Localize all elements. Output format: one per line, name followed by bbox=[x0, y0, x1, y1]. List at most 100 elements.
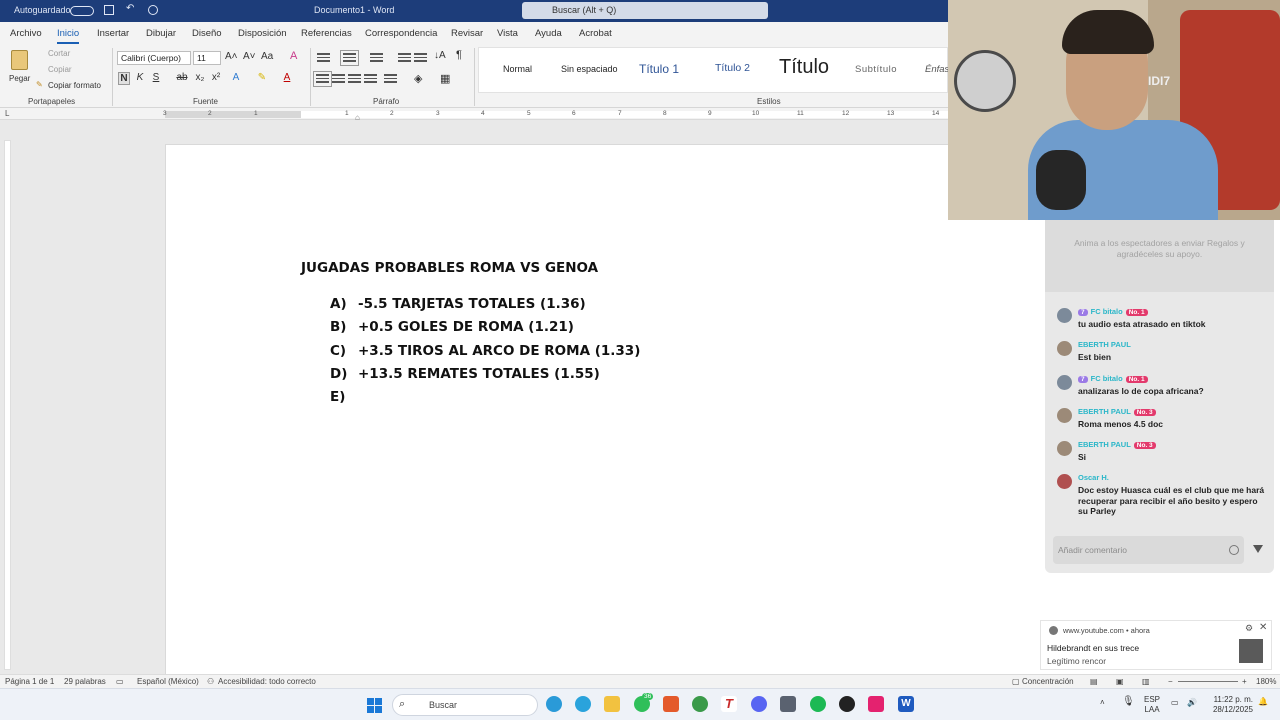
tab-revisar[interactable]: Revisar bbox=[451, 28, 483, 39]
brave-icon[interactable] bbox=[663, 696, 679, 712]
text-effects-icon[interactable]: A bbox=[230, 72, 242, 83]
taskbar-search[interactable]: Buscar bbox=[392, 694, 538, 716]
style-enfasis[interactable]: Énfas bbox=[925, 64, 949, 75]
word-count[interactable]: 29 palabras bbox=[64, 677, 106, 686]
tab-insertar[interactable]: Insertar bbox=[97, 28, 129, 39]
style-sin-espaciado[interactable]: Sin espaciado bbox=[561, 64, 618, 74]
style-subtitulo[interactable]: Subtítulo bbox=[855, 64, 897, 75]
microphone-icon[interactable]: 🎙 bbox=[1122, 697, 1135, 707]
search-box[interactable]: Buscar (Alt + Q) bbox=[522, 2, 768, 19]
show-marks-icon[interactable]: ¶ bbox=[456, 49, 462, 61]
style-titulo-2[interactable]: Título 2 bbox=[715, 62, 750, 74]
edge-icon[interactable] bbox=[546, 696, 562, 712]
style-normal[interactable]: Normal bbox=[503, 64, 532, 74]
align-right-icon[interactable] bbox=[348, 74, 361, 84]
font-size-select[interactable]: 11 bbox=[193, 51, 221, 65]
avatar[interactable] bbox=[1057, 474, 1072, 489]
subscript-button[interactable]: x₂ bbox=[194, 72, 206, 83]
clock[interactable]: 11:22 p. m. 28/12/2025 bbox=[1205, 695, 1253, 715]
tab-dibujar[interactable]: Dibujar bbox=[146, 28, 176, 39]
avatar[interactable] bbox=[1057, 308, 1072, 323]
proofing-icon[interactable]: ▭ bbox=[116, 677, 124, 686]
undo-icon[interactable]: ↶ bbox=[126, 3, 136, 14]
tab-vista[interactable]: Vista bbox=[497, 28, 518, 39]
word-icon[interactable]: W bbox=[898, 696, 914, 712]
notification-toast[interactable]: www.youtube.com • ahora ⚙ ✕ Hildebrandt … bbox=[1040, 620, 1272, 670]
bullets-icon[interactable] bbox=[317, 53, 330, 63]
tab-referencias[interactable]: Referencias bbox=[301, 28, 352, 39]
shrink-font-button[interactable]: A˅ bbox=[243, 51, 256, 62]
highlight-icon[interactable]: ✎ bbox=[256, 72, 268, 83]
underline-button[interactable]: S bbox=[150, 72, 162, 83]
tab-selector-icon[interactable]: L bbox=[5, 109, 9, 118]
tab-archivo[interactable]: Archivo bbox=[10, 28, 42, 39]
accessibility-status[interactable]: Accesibilidad: todo correcto bbox=[218, 677, 316, 686]
typora-icon[interactable]: T bbox=[721, 696, 737, 712]
align-left-icon[interactable] bbox=[313, 71, 332, 87]
clear-format-icon[interactable]: A bbox=[290, 50, 297, 62]
calculator-icon[interactable] bbox=[780, 696, 796, 712]
borders-icon[interactable]: ▦ bbox=[440, 72, 450, 85]
justify-icon[interactable] bbox=[364, 74, 377, 84]
file-explorer-icon[interactable] bbox=[604, 696, 620, 712]
tab-disposicion[interactable]: Disposición bbox=[238, 28, 287, 39]
redo-icon[interactable] bbox=[148, 5, 158, 15]
emoji-icon[interactable] bbox=[1229, 545, 1239, 555]
superscript-button[interactable]: x² bbox=[210, 72, 222, 83]
spotify-icon[interactable] bbox=[810, 696, 826, 712]
avatar[interactable] bbox=[1057, 341, 1072, 356]
document-page[interactable]: JUGADAS PROBABLES ROMA VS GENOA A) -5.5 T… bbox=[165, 144, 965, 704]
strikethrough-button[interactable]: ab bbox=[176, 72, 188, 83]
bold-button[interactable]: N bbox=[118, 72, 130, 85]
copy-button[interactable]: Copiar bbox=[48, 65, 72, 74]
cut-button[interactable]: Cortar bbox=[48, 49, 70, 58]
chevron-up-icon[interactable]: ˄ bbox=[1100, 698, 1105, 708]
tab-acrobat[interactable]: Acrobat bbox=[579, 28, 612, 39]
paste-button[interactable]: Pegar bbox=[8, 48, 32, 88]
multilevel-list-icon[interactable] bbox=[370, 53, 383, 63]
italic-button[interactable]: K bbox=[134, 72, 146, 83]
font-family-select[interactable]: Calibri (Cuerpo) bbox=[117, 51, 191, 65]
print-layout-icon[interactable]: ▣ bbox=[1116, 677, 1124, 686]
decrease-indent-icon[interactable] bbox=[398, 53, 411, 63]
comment-input[interactable]: Añadir comentario bbox=[1053, 536, 1244, 564]
language-switcher[interactable]: ESP LAA bbox=[1144, 695, 1160, 715]
numbering-icon[interactable] bbox=[340, 50, 359, 66]
font-color-icon[interactable]: A bbox=[281, 72, 293, 83]
style-titulo-1[interactable]: Título 1 bbox=[639, 62, 679, 76]
obs-icon[interactable] bbox=[839, 696, 855, 712]
zoom-slider[interactable] bbox=[1178, 681, 1238, 682]
tab-inicio[interactable]: Inicio bbox=[57, 28, 80, 44]
line-spacing-icon[interactable] bbox=[384, 74, 397, 84]
web-layout-icon[interactable]: ▥ bbox=[1142, 677, 1150, 686]
grow-font-button[interactable]: A˄ bbox=[225, 51, 238, 62]
tab-diseno[interactable]: Diseño bbox=[192, 28, 222, 39]
network-icon[interactable]: ▭ bbox=[1171, 698, 1179, 708]
format-painter-button[interactable]: Copiar formato bbox=[48, 81, 101, 90]
windows-start-icon[interactable] bbox=[367, 698, 382, 713]
discord-icon[interactable] bbox=[751, 696, 767, 712]
filter-icon[interactable] bbox=[1253, 545, 1263, 553]
language-indicator[interactable]: Español (México) bbox=[137, 677, 199, 686]
change-case-button[interactable]: Aa bbox=[261, 51, 273, 62]
avatar[interactable] bbox=[1057, 441, 1072, 456]
page-count[interactable]: Página 1 de 1 bbox=[5, 677, 54, 686]
volume-icon[interactable]: 🔊 bbox=[1187, 698, 1197, 708]
tiktok-icon[interactable] bbox=[868, 696, 884, 712]
zoom-out-icon[interactable]: − bbox=[1168, 677, 1173, 686]
avatar[interactable] bbox=[1057, 375, 1072, 390]
tab-ayuda[interactable]: Ayuda bbox=[535, 28, 562, 39]
align-center-icon[interactable] bbox=[332, 74, 345, 84]
telegram-icon[interactable] bbox=[575, 696, 591, 712]
chrome-icon[interactable] bbox=[692, 696, 708, 712]
settings-icon[interactable]: ⚙ bbox=[1245, 623, 1253, 634]
vertical-ruler[interactable] bbox=[4, 140, 11, 670]
focus-mode[interactable]: Concentración bbox=[1022, 677, 1074, 686]
read-mode-icon[interactable]: ▤ bbox=[1090, 677, 1098, 686]
close-icon[interactable]: ✕ bbox=[1259, 622, 1267, 633]
tab-correspondencia[interactable]: Correspondencia bbox=[365, 28, 437, 39]
zoom-level[interactable]: 180% bbox=[1256, 677, 1276, 686]
sort-icon[interactable]: ↓A bbox=[434, 50, 446, 61]
increase-indent-icon[interactable] bbox=[414, 53, 427, 63]
avatar[interactable] bbox=[1057, 408, 1072, 423]
